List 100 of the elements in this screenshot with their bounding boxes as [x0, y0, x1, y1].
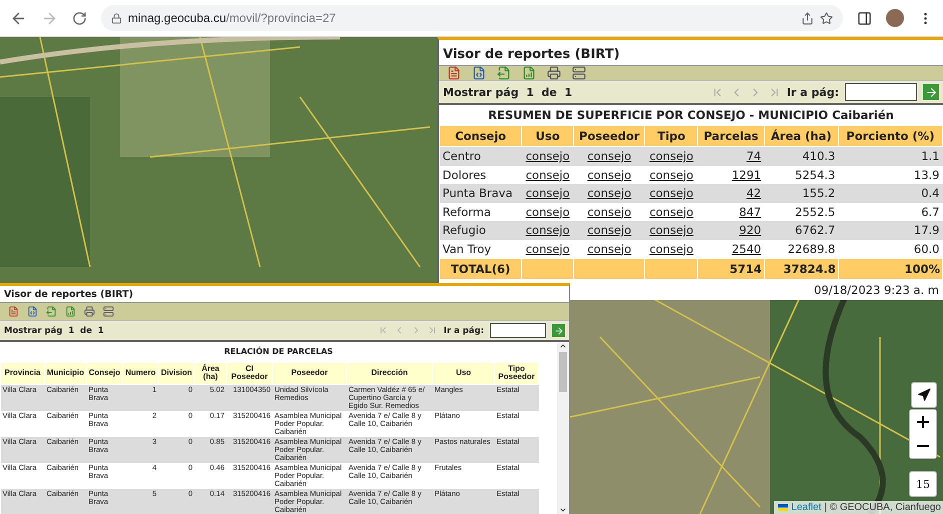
side-panel-icon[interactable] — [857, 10, 872, 26]
column-header: CI Poseedor — [226, 362, 272, 384]
column-header: Municipio — [44, 362, 86, 384]
table-cell: 0.4 — [838, 184, 942, 203]
document-arrow-icon[interactable] — [46, 306, 57, 317]
column-header: Numero — [122, 362, 158, 384]
document-chart-icon[interactable] — [522, 66, 536, 80]
zoom-level: 15 — [909, 471, 937, 497]
go-button[interactable] — [923, 84, 939, 100]
table-cell: 6762.7 — [764, 221, 838, 240]
table-cell: Reforma — [440, 202, 522, 222]
locate-button[interactable] — [911, 382, 937, 408]
share-icon[interactable] — [801, 12, 814, 24]
table-link[interactable]: consejo — [649, 168, 694, 182]
document-icon[interactable] — [8, 306, 19, 317]
document-code-icon[interactable] — [472, 66, 486, 80]
document-arrow-icon[interactable] — [497, 66, 511, 80]
table-link[interactable]: consejo — [587, 149, 632, 164]
printer-icon[interactable] — [84, 306, 95, 317]
column-header: Área (ha) — [194, 362, 226, 384]
printer-icon[interactable] — [547, 66, 561, 80]
navigation-arrow-icon — [917, 388, 931, 402]
server-icon[interactable] — [103, 306, 114, 317]
table-link[interactable]: 920 — [739, 223, 762, 238]
go-button[interactable] — [552, 324, 565, 337]
server-icon[interactable] — [572, 66, 586, 80]
table-cell: 5254.3 — [764, 166, 838, 184]
goto-page-field[interactable] — [490, 322, 546, 338]
total-cell: 5714 — [698, 258, 764, 280]
table-cell: 17.9 — [838, 221, 942, 240]
reload-icon[interactable] — [72, 10, 87, 26]
column-header: Provincia — [0, 362, 44, 384]
document-chart-icon[interactable] — [65, 306, 76, 317]
table-link[interactable]: consejo — [526, 223, 570, 238]
table-cell: 1.1 — [838, 146, 942, 166]
address-bar[interactable]: minag.geocuba.cu/movil/?provincia=27 — [101, 5, 843, 31]
table-cell: 60.0 — [838, 240, 942, 259]
scroll-up-icon[interactable] — [559, 342, 567, 350]
column-header: Porciento (%) — [838, 126, 942, 147]
document-code-icon[interactable] — [27, 306, 38, 317]
table-link[interactable]: consejo — [526, 186, 570, 200]
lock-icon — [111, 12, 122, 24]
table-link[interactable]: consejo — [526, 242, 570, 256]
star-icon[interactable] — [820, 12, 833, 24]
table-link[interactable]: consejo — [649, 204, 694, 219]
column-header: Consejo — [440, 126, 522, 147]
table-link[interactable]: consejo — [587, 186, 632, 200]
scroll-down-icon[interactable] — [559, 506, 567, 514]
arrow-right-icon — [924, 86, 938, 98]
table-link[interactable]: 1291 — [732, 168, 762, 182]
goto-page-label: Ir a pág: — [786, 86, 839, 98]
table-link[interactable]: consejo — [649, 223, 694, 238]
table-link[interactable]: 42 — [746, 186, 762, 200]
table-cell: 2552.5 — [764, 202, 838, 222]
profile-avatar[interactable] — [886, 9, 904, 27]
scrollbar[interactable] — [557, 342, 569, 514]
column-header: Consejo — [86, 362, 122, 384]
column-header: Tipo Poseedor — [494, 362, 538, 384]
page-indicator: Mostrar pág 1 de 1 — [4, 326, 104, 336]
document-icon[interactable] — [447, 66, 461, 80]
table-link[interactable]: consejo — [649, 242, 694, 256]
total-cell: 37824.8 — [764, 258, 838, 280]
table-cell: Van Troy — [440, 240, 522, 259]
table-cell: 155.2 — [764, 184, 838, 203]
table-cell: Refugio — [440, 221, 522, 240]
table-link[interactable]: consejo — [649, 149, 694, 164]
table-link[interactable]: consejo — [587, 168, 632, 182]
column-header: Tipo — [644, 126, 698, 147]
table-cell: Punta Brava — [440, 184, 522, 203]
table-cell: Dolores — [440, 166, 522, 184]
table-link[interactable]: consejo — [649, 186, 694, 200]
report-title: RESUMEN DE SUPERFICIE POR CONSEJO - MUNICIPIO Caibarién — [487, 107, 895, 124]
viewer-title: Visor de reportes (BIRT) — [442, 46, 621, 64]
goto-page-label: Ir a pág: — [444, 326, 484, 336]
table-link[interactable]: 74 — [746, 149, 762, 164]
scrollbar-thumb[interactable] — [559, 352, 567, 392]
table-link[interactable]: 847 — [739, 204, 762, 219]
table-link[interactable]: 2540 — [732, 242, 762, 256]
column-header: Uso — [432, 362, 494, 384]
column-header: Division — [158, 362, 194, 384]
table-cell: Centro — [440, 146, 522, 166]
table-link[interactable]: consejo — [526, 204, 570, 219]
attribution-text: | © GEOCUBA, Cianfuego — [824, 502, 941, 513]
goto-page-field[interactable] — [845, 83, 917, 101]
column-header: Dirección — [346, 362, 432, 384]
column-header: Área (ha) — [764, 126, 838, 147]
plus-icon — [917, 416, 929, 428]
column-header: Uso — [522, 126, 574, 147]
table-link[interactable]: consejo — [526, 149, 570, 164]
table-cell: 6.7 — [838, 202, 942, 222]
total-label: TOTAL(6) — [440, 258, 522, 280]
table-cell: 410.3 — [764, 146, 838, 166]
table-link[interactable]: consejo — [587, 204, 632, 219]
minus-icon — [917, 445, 929, 447]
report-timestamp: 09/18/2023 9:23 a. m — [813, 282, 940, 300]
report-title: RELACIÓN DE PARCELAS — [223, 346, 334, 358]
table-link[interactable]: consejo — [526, 168, 570, 182]
table-link[interactable]: consejo — [587, 223, 632, 238]
table-cell: 13.9 — [838, 166, 942, 184]
table-link[interactable]: consejo — [587, 242, 632, 256]
